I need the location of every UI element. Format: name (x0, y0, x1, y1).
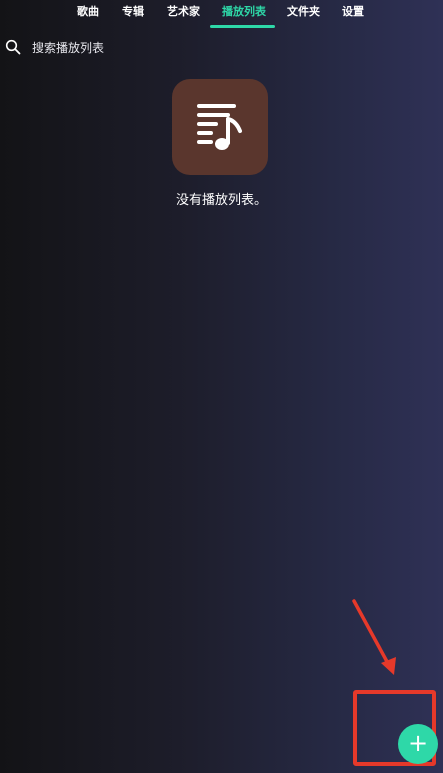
tab-folders[interactable]: 文件夹 (287, 3, 320, 19)
add-playlist-button[interactable]: + (398, 724, 438, 764)
search-icon[interactable] (5, 39, 21, 55)
tab-albums[interactable]: 专辑 (122, 3, 144, 19)
top-tab-bar: 歌曲 专辑 艺术家 播放列表 文件夹 设置 (0, 0, 443, 28)
annotation-arrow (352, 599, 396, 675)
search-bar (0, 36, 443, 60)
playlist-music-icon (197, 104, 242, 150)
active-tab-indicator (210, 25, 275, 28)
tab-songs[interactable]: 歌曲 (77, 3, 99, 19)
tab-artists[interactable]: 艺术家 (167, 3, 200, 19)
tab-playlists[interactable]: 播放列表 (222, 3, 266, 19)
search-input[interactable] (32, 39, 412, 57)
empty-playlist-tile (172, 79, 268, 175)
empty-playlist-message: 没有播放列表。 (175, 193, 267, 208)
tab-settings[interactable]: 设置 (342, 3, 364, 19)
